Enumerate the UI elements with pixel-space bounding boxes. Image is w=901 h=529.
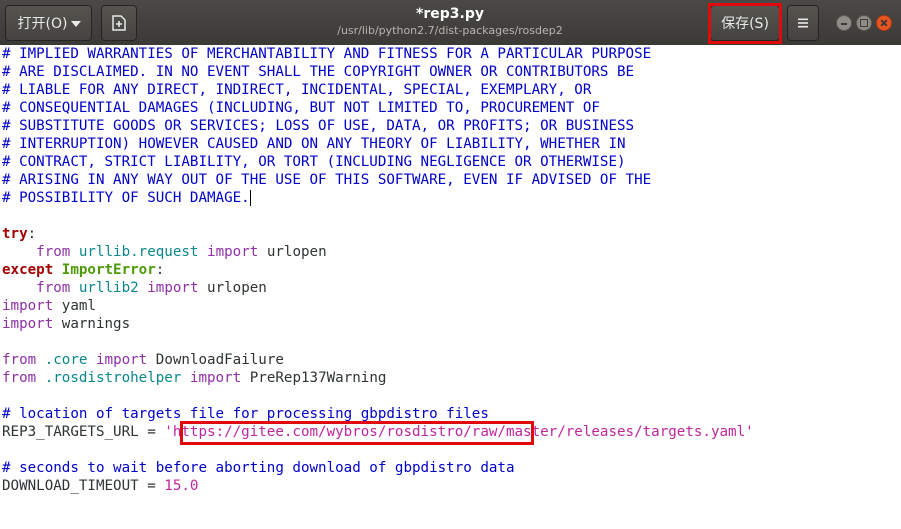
code-line: from .rosdistrohelper import PreRep137Wa… [2, 369, 386, 387]
code-line: # ARE DISCLAIMED. IN NO EVENT SHALL THE … [2, 64, 635, 80]
keyword: import [207, 244, 259, 260]
code-line: # location of targets file for processin… [2, 406, 489, 422]
identifier: urlopen [266, 244, 327, 260]
text-cursor [249, 190, 251, 206]
code-line: # LIABLE FOR ANY DIRECT, INDIRECT, INCID… [2, 82, 592, 98]
code-line: # SUBSTITUTE GOODS OR SERVICES; LOSS OF … [2, 118, 635, 134]
menu-button[interactable] [787, 5, 819, 41]
module-name: urllib2 [78, 280, 139, 296]
keyword: from [2, 352, 37, 368]
code-comment: # POSSIBILITY OF SUCH DAMAGE. [2, 190, 250, 206]
close-icon[interactable] [876, 15, 892, 31]
new-document-icon [112, 15, 126, 31]
identifier: PreRep137Warning [249, 370, 387, 386]
maximize-icon[interactable] [856, 15, 872, 31]
keyword: import [2, 298, 54, 314]
keyword: except [2, 262, 54, 278]
keyword: from [36, 244, 71, 260]
keyword: from [36, 280, 71, 296]
code-line: # CONTRACT, STRICT LIABILITY, OR TORT (I… [2, 154, 626, 170]
exception-name: ImportError [61, 262, 156, 278]
code-line: except ImportError: [2, 261, 164, 279]
new-document-button[interactable] [101, 5, 137, 41]
header-bar: 打开(O) *rep3.py /usr/lib/python2.7/dist-p… [0, 0, 901, 46]
window-title: *rep3.py [416, 6, 484, 22]
keyword: import [147, 280, 199, 296]
code-line: # IMPLIED WARRANTIES OF MERCHANTABILITY … [2, 46, 652, 62]
identifier: DownloadFailure [155, 352, 284, 368]
open-button-label: 打开(O) [17, 16, 68, 32]
number-literal: 15.0 [164, 478, 199, 494]
code-line: try: [2, 225, 36, 243]
code-line: import yaml [2, 297, 96, 315]
code-line: DOWNLOAD_TIMEOUT = 15.0 [2, 477, 198, 495]
chevron-down-icon [71, 21, 81, 27]
code-line: # seconds to wait before aborting downlo… [2, 460, 515, 476]
keyword: import [2, 316, 54, 332]
code-line: # INTERRUPTION) HOWEVER CAUSED AND ON AN… [2, 136, 626, 152]
code-line: # CONSEQUENTIAL DAMAGES (INCLUDING, BUT … [2, 100, 600, 116]
code-line: REP3_TARGETS_URL = 'https://gitee.com/wy… [2, 423, 754, 441]
identifier: yaml [61, 298, 96, 314]
open-button[interactable]: 打开(O) [5, 5, 92, 41]
punctuation: : [155, 262, 165, 278]
module-name: urllib.request [78, 244, 199, 260]
module-name: .core [44, 352, 88, 368]
punctuation: : [27, 226, 37, 242]
code-line: # POSSIBILITY OF SUCH DAMAGE. [2, 189, 251, 207]
code-line: from .core import DownloadFailure [2, 351, 284, 369]
keyword: import [95, 352, 148, 368]
minimize-icon[interactable] [836, 15, 852, 31]
identifier: urlopen [207, 280, 267, 296]
code-line: from urllib.request import urlopen [2, 243, 327, 261]
identifier: DOWNLOAD_TIMEOUT = [2, 478, 165, 494]
code-editor[interactable]: # IMPLIED WARRANTIES OF MERCHANTABILITY … [0, 45, 901, 529]
keyword: try [2, 226, 28, 242]
module-name: .rosdistrohelper [44, 370, 182, 386]
code-line: import warnings [2, 315, 130, 333]
code-line: from urllib2 import urlopen [2, 279, 267, 297]
identifier: warnings [61, 316, 131, 332]
save-button[interactable]: 保存(S) [710, 5, 780, 41]
keyword: import [189, 370, 242, 386]
code-line: # ARISING IN ANY WAY OUT OF THE USE OF T… [2, 172, 652, 188]
window-subtitle: /usr/lib/python2.7/dist-packages/rosdep2 [337, 24, 563, 37]
keyword: from [2, 370, 37, 386]
hamburger-menu-icon [798, 18, 808, 28]
url-string: 'https://gitee.com/wybros/rosdistro/raw/… [164, 424, 754, 440]
identifier: REP3_TARGETS_URL = [2, 424, 165, 440]
